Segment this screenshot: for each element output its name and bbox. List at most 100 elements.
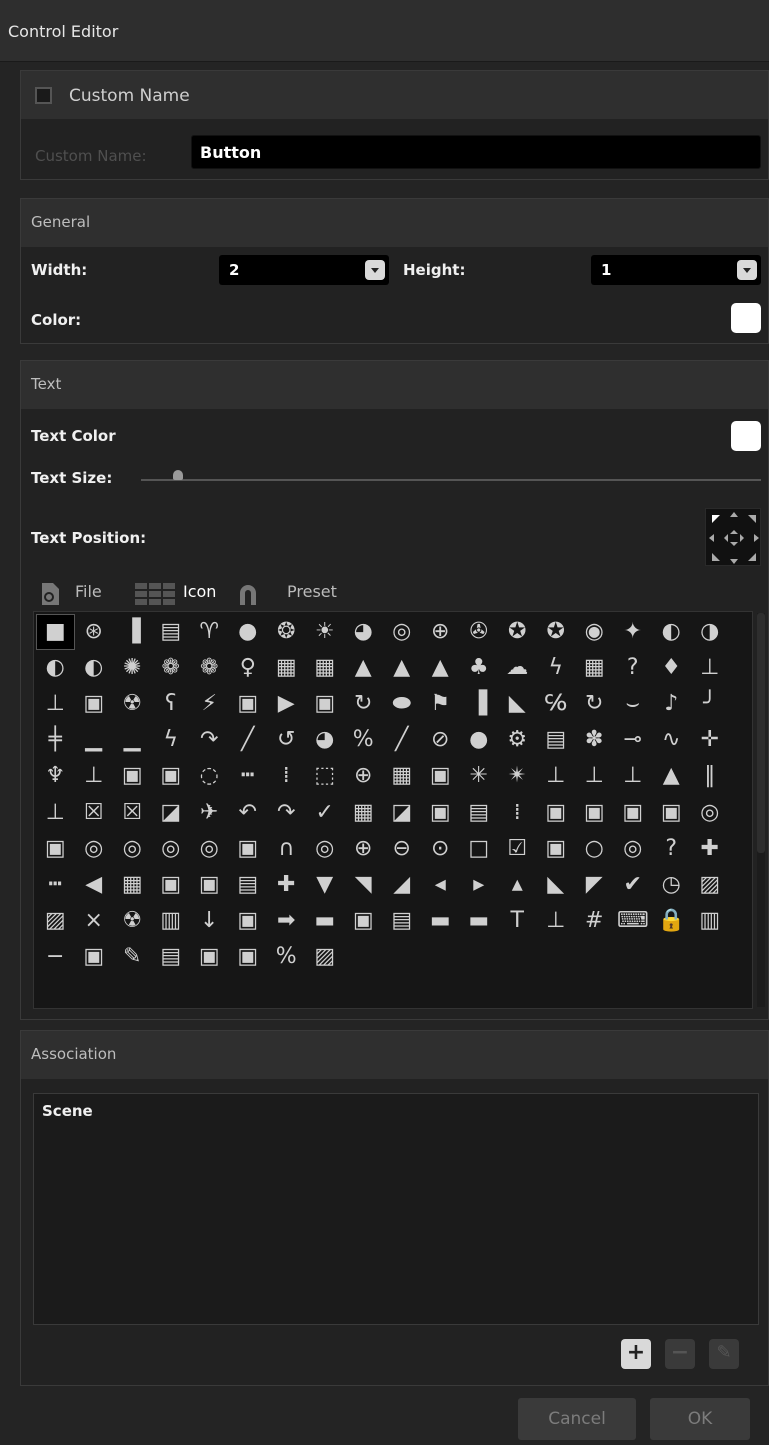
- icon-grid-item-icon[interactable]: ▤: [229, 867, 268, 903]
- icon-grid-item-icon[interactable]: ℅: [537, 686, 576, 722]
- icon-grid-item-icon[interactable]: ▲: [383, 650, 422, 686]
- icon-grid-item-icon[interactable]: ▣: [229, 686, 268, 722]
- icon-grid-item-icon[interactable]: ╱: [229, 722, 268, 758]
- icon-grid-item-icon[interactable]: ▣: [344, 903, 383, 939]
- icon-grid-item-icon[interactable]: ▣: [614, 794, 653, 830]
- icon-grid-item-icon[interactable]: ↷: [190, 722, 229, 758]
- icon-grid-item-icon[interactable]: ▨: [36, 903, 75, 939]
- icon-grid-item-icon[interactable]: ▁: [75, 722, 114, 758]
- icon-grid-item-icon[interactable]: ▨: [691, 867, 730, 903]
- icon-grid-item-icon[interactable]: ▐: [460, 686, 499, 722]
- icon-grid-item-icon[interactable]: ×: [75, 903, 114, 939]
- icon-grid-item-icon[interactable]: ➡: [267, 903, 306, 939]
- icon-grid-item-icon[interactable]: ♣: [460, 650, 499, 686]
- icon-grid-item-icon[interactable]: ⊥: [75, 758, 114, 794]
- icon-grid-item-icon[interactable]: ʕ: [152, 686, 191, 722]
- tab-icon[interactable]: Icon: [183, 582, 216, 601]
- icon-grid-item-icon[interactable]: ♆: [36, 758, 75, 794]
- icon-grid-item-icon[interactable]: ▲: [421, 650, 460, 686]
- icon-grid-item-icon[interactable]: ◎: [75, 831, 114, 867]
- icon-grid-item-icon[interactable]: ✺: [113, 650, 152, 686]
- icon-grid-item-icon[interactable]: ◕: [344, 614, 383, 650]
- icon-grid-item-icon[interactable]: ▤: [460, 794, 499, 830]
- icon-grid-item-icon[interactable]: ▣: [152, 867, 191, 903]
- icon-grid-item-icon[interactable]: ❁: [190, 650, 229, 686]
- icon-grid-item-icon[interactable]: ▦: [113, 867, 152, 903]
- icon-grid-item-icon[interactable]: ◕: [306, 722, 345, 758]
- icon-grid-item-icon[interactable]: ◐: [652, 614, 691, 650]
- icon-grid-item-icon[interactable]: ⊥: [36, 686, 75, 722]
- icon-grid-item-icon[interactable]: ✇: [460, 614, 499, 650]
- icon-grid-item-icon[interactable]: ◤: [575, 867, 614, 903]
- icon-grid-item-icon[interactable]: ▣: [190, 939, 229, 975]
- icon-grid-item-icon[interactable]: □: [460, 831, 499, 867]
- icon-grid-item-icon[interactable]: ▼: [306, 867, 345, 903]
- icon-grid-item-icon[interactable]: ◎: [691, 794, 730, 830]
- icon-grid-item-icon[interactable]: ⊥: [614, 758, 653, 794]
- icon-grid-item-icon[interactable]: ▴: [498, 867, 537, 903]
- icon-grid-item-icon[interactable]: ▣: [75, 939, 114, 975]
- icon-grid-item-icon[interactable]: ♪: [652, 686, 691, 722]
- icon-grid-item-icon[interactable]: ●: [460, 722, 499, 758]
- icon-grid-item-icon[interactable]: ◐: [36, 650, 75, 686]
- icon-grid-item-icon[interactable]: ▣: [36, 831, 75, 867]
- icon-grid-item-icon[interactable]: ✴: [498, 758, 537, 794]
- add-button[interactable]: +: [621, 1339, 651, 1369]
- remove-button[interactable]: −: [665, 1339, 695, 1369]
- icon-grid-item-icon[interactable]: ?: [652, 831, 691, 867]
- icon-grid-item-icon[interactable]: ⌨: [614, 903, 653, 939]
- icon-grid-item-icon[interactable]: ?: [614, 650, 653, 686]
- icon-grid-item-icon[interactable]: ○: [575, 831, 614, 867]
- icon-grid-item-icon[interactable]: ⁞: [498, 794, 537, 830]
- icon-grid-item-icon[interactable]: ▦: [306, 650, 345, 686]
- icon-grid-item-icon[interactable]: ◷: [652, 867, 691, 903]
- icon-grid-item-icon[interactable]: ▲: [652, 758, 691, 794]
- icon-grid-item-icon[interactable]: ▦: [344, 794, 383, 830]
- icon-grid-item-icon[interactable]: ┅: [36, 867, 75, 903]
- icon-grid-item-icon[interactable]: ⊙: [421, 831, 460, 867]
- tab-file[interactable]: File: [75, 582, 102, 601]
- icon-grid-item-icon[interactable]: ✈: [190, 794, 229, 830]
- icon-grid-item-icon[interactable]: 🔒: [652, 903, 691, 939]
- custom-name-input[interactable]: Button: [191, 135, 761, 169]
- icon-grid-item-icon[interactable]: ⊕: [421, 614, 460, 650]
- icon-grid-item-icon[interactable]: ✪: [498, 614, 537, 650]
- icon-grid-item-icon[interactable]: ✦: [614, 614, 653, 650]
- association-list[interactable]: Scene: [33, 1093, 759, 1325]
- icon-grid-item-icon[interactable]: ◎: [383, 614, 422, 650]
- icon-grid-item-icon[interactable]: ■: [36, 614, 75, 651]
- icon-grid-item-icon[interactable]: ▣: [229, 939, 268, 975]
- icon-grid-item-icon[interactable]: ▣: [190, 867, 229, 903]
- icon-grid-item-icon[interactable]: ☁: [498, 650, 537, 686]
- icon-grid-item-icon[interactable]: ⚙: [498, 722, 537, 758]
- icon-grid-item-icon[interactable]: ↓: [190, 903, 229, 939]
- icon-grid-item-icon[interactable]: ▣: [306, 686, 345, 722]
- icon-grid-item-icon[interactable]: ✔: [614, 867, 653, 903]
- icon-grid-item-icon[interactable]: ☑: [498, 831, 537, 867]
- icon-grid-item-icon[interactable]: ☀: [306, 614, 345, 650]
- icon-grid-item-icon[interactable]: ✓: [306, 794, 345, 830]
- icon-grid-item-icon[interactable]: ▤: [152, 614, 191, 650]
- icon-grid-item-icon[interactable]: ☒: [113, 794, 152, 830]
- icon-grid-item-icon[interactable]: ▣: [537, 831, 576, 867]
- icon-grid-item-icon[interactable]: ◎: [113, 831, 152, 867]
- icon-grid-item-icon[interactable]: ⌣: [614, 686, 653, 722]
- icon-grid-item-icon[interactable]: ▥: [691, 903, 730, 939]
- icon-grid-item-icon[interactable]: ϟ: [152, 722, 191, 758]
- icon-grid-item-icon[interactable]: ▣: [113, 758, 152, 794]
- icon-grid-item-icon[interactable]: ↺: [267, 722, 306, 758]
- icon-grid-item-icon[interactable]: ∿: [652, 722, 691, 758]
- icon-grid-item-icon[interactable]: ✛: [691, 722, 730, 758]
- icon-grid-item-icon[interactable]: ⊕: [344, 831, 383, 867]
- icon-grid-item-icon[interactable]: ↻: [575, 686, 614, 722]
- icon-grid-item-icon[interactable]: ∩: [267, 831, 306, 867]
- magnet-icon[interactable]: [235, 581, 261, 607]
- icon-grid-item-icon[interactable]: ✎: [113, 939, 152, 975]
- icon-grid-item-icon[interactable]: ⬬: [383, 686, 422, 722]
- icon-grid-item-icon[interactable]: ▦: [575, 650, 614, 686]
- icon-grid-item-icon[interactable]: ▲: [344, 650, 383, 686]
- width-select[interactable]: 2: [219, 255, 389, 285]
- icon-grid-item-icon[interactable]: ◀: [75, 867, 114, 903]
- icon-grid-item-icon[interactable]: ⊕: [344, 758, 383, 794]
- cancel-button[interactable]: Cancel: [518, 1398, 636, 1440]
